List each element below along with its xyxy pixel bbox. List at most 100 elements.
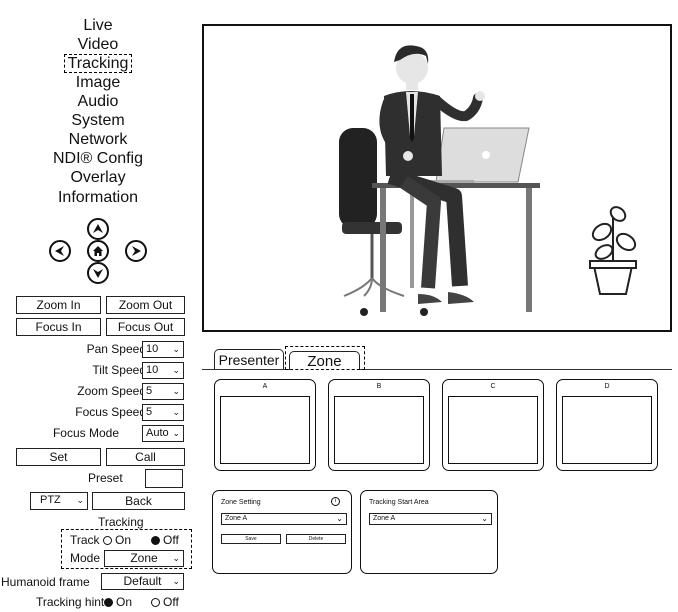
- track-label: Track: [70, 533, 100, 547]
- live-video-preview[interactable]: [202, 24, 672, 332]
- pan-speed-value: 10: [146, 343, 159, 355]
- humanoid-frame-select[interactable]: Default ⌄: [101, 573, 184, 590]
- save-zone-button[interactable]: Save: [221, 534, 281, 544]
- tracking-start-area-select[interactable]: Zone A ⌄: [369, 513, 492, 525]
- menu-item-label: Tracking: [63, 54, 133, 73]
- zoom-speed-label: Zoom Speed: [77, 384, 146, 398]
- focus-speed-select[interactable]: 5 ⌄: [142, 404, 184, 421]
- chevron-down-icon: ⌄: [172, 576, 180, 586]
- zone-card-label: D: [604, 383, 610, 390]
- radio-off-icon: [103, 536, 112, 545]
- tracking-hint-on-radio[interactable]: On: [104, 595, 132, 609]
- menu-item-label: Network: [68, 131, 128, 148]
- info-icon: i: [331, 497, 340, 506]
- arrow-up-icon: [93, 224, 103, 233]
- menu-item-tracking[interactable]: Tracking: [0, 54, 196, 73]
- focus-mode-value: Auto: [146, 427, 169, 439]
- set-preset-button[interactable]: Set: [16, 448, 101, 466]
- tilt-speed-select[interactable]: 10 ⌄: [142, 362, 184, 379]
- zone-preview: [448, 396, 538, 464]
- chevron-down-icon: ⌄: [336, 514, 343, 523]
- menu-item-live[interactable]: Live: [0, 16, 196, 35]
- tracking-start-area-select-value: Zone A: [373, 515, 396, 522]
- menu-item-network[interactable]: Network: [0, 130, 196, 149]
- focus-mode-select[interactable]: Auto ⌄: [142, 425, 184, 442]
- zone-card-label: B: [376, 383, 382, 390]
- pan-down-button[interactable]: [87, 262, 109, 284]
- zone-preview: [562, 396, 652, 464]
- tracking-hint-off-radio[interactable]: Off: [151, 595, 179, 609]
- menu-item-information[interactable]: Information: [0, 188, 196, 207]
- arrow-down-icon: [93, 269, 103, 278]
- humanoid-frame-value: Default: [123, 574, 162, 588]
- menu-item-label: NDI® Config: [52, 150, 144, 167]
- radio-on-icon: [151, 536, 160, 545]
- tab-presenter[interactable]: Presenter: [214, 349, 284, 369]
- zone-card-d[interactable]: D: [556, 379, 658, 471]
- track-off-label: Off: [163, 533, 179, 547]
- track-off-radio[interactable]: Off: [151, 533, 179, 547]
- chevron-down-icon: ⌄: [172, 407, 180, 417]
- zoom-speed-value: 5: [146, 385, 153, 397]
- menu-item-system[interactable]: System: [0, 111, 196, 130]
- menu-item-label: System: [71, 112, 125, 129]
- tilt-speed-value: 10: [146, 364, 159, 376]
- call-preset-button[interactable]: Call: [106, 448, 185, 466]
- tracking-hint-on-label: On: [116, 595, 133, 609]
- focus-in-button[interactable]: Focus In: [16, 318, 101, 336]
- track-on-label: On: [115, 533, 132, 547]
- zone-card-c[interactable]: C: [442, 379, 544, 471]
- back-button[interactable]: Back: [92, 492, 185, 510]
- zone-preview: [220, 396, 310, 464]
- presenter-illustration: [339, 45, 637, 316]
- radio-on-icon: [104, 598, 113, 607]
- pan-speed-label: Pan Speed: [86, 342, 146, 356]
- pan-left-button[interactable]: [49, 240, 71, 262]
- zoom-speed-select[interactable]: 5 ⌄: [142, 383, 184, 400]
- menu-item-ndi-config[interactable]: NDI® Config: [0, 149, 196, 168]
- preset-input[interactable]: [145, 469, 183, 488]
- ptz-select[interactable]: PTZ ⌄: [30, 492, 88, 510]
- tracking-heading: Tracking: [98, 515, 144, 529]
- focus-mode-label: Focus Mode: [52, 426, 119, 440]
- zone-setting-select[interactable]: Zone A ⌄: [221, 513, 347, 525]
- delete-zone-button[interactable]: Delete: [286, 534, 346, 544]
- chevron-down-icon: ⌄: [172, 386, 180, 396]
- zone-card-label: C: [490, 383, 496, 390]
- zone-card-label: A: [262, 383, 268, 390]
- radio-off-icon: [151, 598, 160, 607]
- arrow-right-icon: [132, 246, 141, 256]
- menu-item-audio[interactable]: Audio: [0, 92, 196, 111]
- menu-item-overlay[interactable]: Overlay: [0, 168, 196, 187]
- pan-speed-select[interactable]: 10 ⌄: [142, 341, 184, 358]
- menu-item-label: Live: [83, 17, 113, 34]
- zoom-in-button[interactable]: Zoom In: [16, 296, 101, 314]
- mode-label: Mode: [70, 551, 101, 565]
- menu-item-video[interactable]: Video: [0, 35, 196, 54]
- zoom-out-button[interactable]: Zoom Out: [106, 296, 185, 314]
- pan-right-button[interactable]: [125, 240, 147, 262]
- zone-card-b[interactable]: B: [328, 379, 430, 471]
- track-on-radio[interactable]: On: [103, 533, 131, 547]
- menu-item-label: Image: [75, 74, 121, 91]
- menu-item-image[interactable]: Image: [0, 73, 196, 92]
- home-button[interactable]: [87, 240, 109, 262]
- tracking-start-area-title: Tracking Start Area: [369, 499, 429, 506]
- tracking-start-area-panel: Tracking Start Area Zone A ⌄: [360, 490, 498, 574]
- zone-preview: [334, 396, 424, 464]
- preset-label: Preset: [88, 471, 123, 485]
- zone-setting-title: Zone Setting: [221, 499, 261, 506]
- zone-tab-highlight: [285, 346, 365, 370]
- pan-up-button[interactable]: [87, 218, 109, 240]
- tracking-mode-select[interactable]: Zone ⌄: [104, 550, 184, 567]
- focus-speed-value: 5: [146, 406, 153, 418]
- chevron-down-icon: ⌄: [172, 344, 180, 354]
- home-icon: [93, 246, 103, 256]
- chevron-down-icon: ⌄: [481, 514, 488, 523]
- menu-item-label: Audio: [77, 93, 119, 110]
- chevron-down-icon: ⌄: [76, 495, 84, 505]
- focus-out-button[interactable]: Focus Out: [106, 318, 185, 336]
- humanoid-frame-label: Humanoid frame: [1, 575, 90, 589]
- zone-card-a[interactable]: A: [214, 379, 316, 471]
- chevron-down-icon: ⌄: [172, 365, 180, 375]
